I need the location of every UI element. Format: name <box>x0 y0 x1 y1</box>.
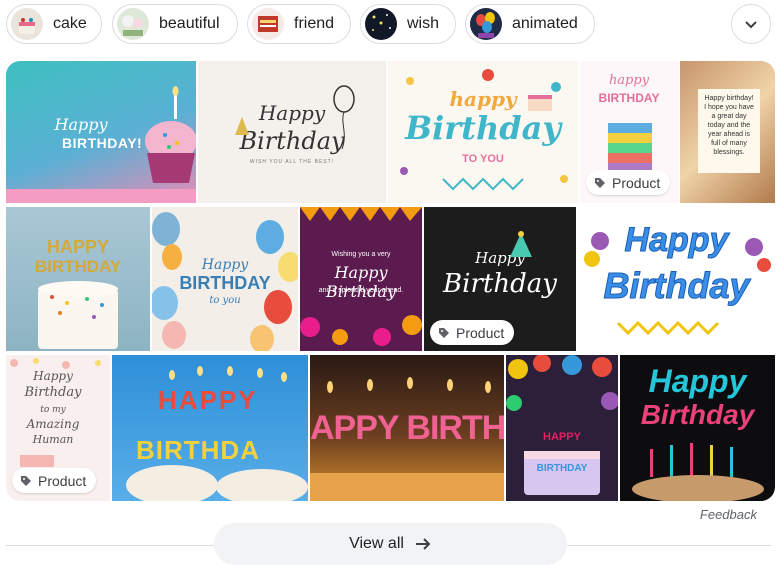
tile-text: BIRTHDAY <box>598 91 660 105</box>
image-tile[interactable]: HAPPY BIRTHDA <box>112 355 308 501</box>
image-tile[interactable]: happy BIRTHDAY Product <box>580 61 678 203</box>
badge-label: Product <box>612 174 661 191</box>
chip-beautiful[interactable]: beautiful <box>112 4 238 44</box>
product-badge: Product <box>586 170 671 195</box>
image-tile[interactable]: HAPPY BIRTHDAY <box>6 207 150 351</box>
chip-cake[interactable]: cake <box>6 4 102 44</box>
image-tile[interactable]: Wishing you a very Happy Birthday and a … <box>300 207 422 351</box>
friend-card-thumbnail <box>252 8 284 40</box>
balloon-illustration <box>333 85 355 150</box>
image-tile[interactable]: Happy BIRTHDAY to you <box>152 207 298 351</box>
party-hat-illustration <box>235 117 249 135</box>
tile-text: HAPPY <box>158 385 258 415</box>
expand-chips-button[interactable] <box>731 4 771 44</box>
party-hat-illustration <box>510 231 532 257</box>
tile-text: to my <box>40 405 66 415</box>
flowers-thumbnail <box>117 8 149 40</box>
image-tile[interactable]: Happy Birthday to my Amazing Human Produ… <box>6 355 110 501</box>
tag-icon <box>21 475 31 486</box>
tile-text: Birthday <box>640 399 755 430</box>
image-tile[interactable]: Happy birthday! I hope you have a great … <box>680 61 775 203</box>
image-tile[interactable]: Happy BIRTHDAY! <box>6 61 196 203</box>
view-all-button[interactable]: View all <box>214 523 567 565</box>
image-results-grid: Happy BIRTHDAY! Happy Birthday WISH YOU … <box>6 61 775 501</box>
chip-label: wish <box>407 15 440 32</box>
tile-text: happy <box>608 73 650 88</box>
view-all-label: View all <box>349 535 404 552</box>
tile-text: Wishing you a very <box>331 251 391 258</box>
cake-thumbnail <box>11 8 43 40</box>
candles-illustration <box>126 366 308 501</box>
tile-text: Birthday <box>443 269 557 299</box>
balloons-thumbnail <box>470 8 502 40</box>
product-badge: Product <box>12 468 97 493</box>
image-tile[interactable]: happy Birthday TO YOU <box>388 61 578 203</box>
tile-text: BIRTHDAY! <box>62 135 143 151</box>
tile-text: BIRTHDAY <box>536 463 588 474</box>
night-sky-thumbnail <box>365 8 397 40</box>
tile-text: Birthday <box>24 385 82 400</box>
tile-text: Human <box>32 433 74 446</box>
image-tile[interactable]: APPY BIRTHD <box>310 355 504 501</box>
tile-text: APPY BIRTHD <box>310 409 504 447</box>
feedback-link[interactable]: Feedback <box>700 507 757 522</box>
tile-text: Happy birthday! I hope you have a great … <box>698 89 760 173</box>
tile-text: Birthday <box>603 265 750 307</box>
arrow-right-icon <box>415 538 431 550</box>
chip-label: animated <box>512 15 578 32</box>
filter-chips-bar: cake beautiful friend wish animated <box>6 4 771 46</box>
tile-text: and a splendid year ahead. <box>318 287 404 294</box>
tile-text: Happy <box>648 363 747 399</box>
product-badge: Product <box>430 320 515 345</box>
chip-label: beautiful <box>159 15 220 32</box>
chip-label: cake <box>53 15 87 32</box>
layer-cake-illustration <box>608 123 652 171</box>
tile-text: Happy <box>33 369 73 383</box>
badge-label: Product <box>456 324 505 341</box>
image-tile[interactable]: Happy Birthday WISH YOU ALL THE BEST! <box>198 61 386 203</box>
tile-text: Happy <box>475 249 525 267</box>
image-tile[interactable]: Happy Birthday Product <box>424 207 576 351</box>
image-tile[interactable]: HAPPY BIRTHDAY <box>506 355 618 501</box>
tag-icon <box>595 177 605 188</box>
confetti-illustration <box>400 69 568 191</box>
chevron-down-icon <box>745 21 757 29</box>
chip-wish[interactable]: wish <box>360 4 456 44</box>
tile-text: Amazing <box>26 417 80 431</box>
balloons-illustration <box>152 212 298 351</box>
cupcake-illustration <box>145 86 196 183</box>
tile-text: HAPPY <box>543 431 581 443</box>
tile-text: Happy Birthday <box>325 263 397 301</box>
chip-animated[interactable]: animated <box>465 4 595 44</box>
tile-text: Happy <box>624 221 729 260</box>
candles-illustration <box>632 443 764 501</box>
chip-label: friend <box>294 15 335 32</box>
tag-icon <box>439 327 449 338</box>
tile-text: BIRTHDA <box>136 435 260 465</box>
chip-friend[interactable]: friend <box>247 4 351 44</box>
balloons-cake-illustration <box>506 355 618 495</box>
badge-label: Product <box>38 472 87 489</box>
image-tile[interactable]: Happy Birthday <box>578 207 775 351</box>
cake-illustration <box>38 281 118 349</box>
tile-text: HAPPY <box>46 237 109 257</box>
tile-text: BIRTHDAY <box>34 257 122 276</box>
image-tile[interactable]: Happy Birthday <box>620 355 775 501</box>
tile-text: WISH YOU ALL THE BEST! <box>249 159 335 165</box>
